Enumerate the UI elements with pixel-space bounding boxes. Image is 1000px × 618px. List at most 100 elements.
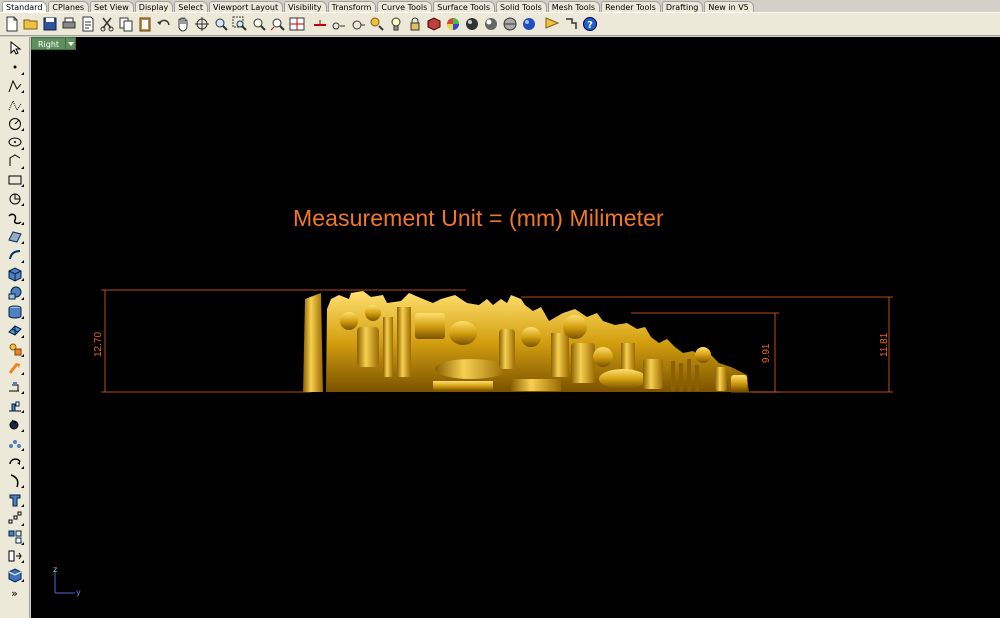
arrow-pointer-icon: [10, 41, 21, 56]
group-tools[interactable]: [4, 528, 26, 547]
print-button[interactable]: [60, 15, 78, 33]
surface-tools[interactable]: [4, 227, 26, 246]
rectangle-tool[interactable]: [4, 171, 26, 190]
light-button[interactable]: [387, 15, 405, 33]
cut-button[interactable]: [98, 15, 116, 33]
tab-display[interactable]: Display: [134, 1, 174, 12]
mesh-tools[interactable]: [4, 321, 26, 340]
relief-model[interactable]: [303, 291, 749, 392]
rotate-view-button[interactable]: [193, 15, 211, 33]
tab-mesh-tools[interactable]: Mesh Tools: [547, 1, 601, 12]
scissors-icon: [100, 17, 114, 32]
tab-standard[interactable]: Standard: [2, 1, 48, 12]
tab-set-view[interactable]: Set View: [90, 1, 134, 12]
tab-surface-tools[interactable]: Surface Tools: [433, 1, 496, 12]
tab-viewport-layout[interactable]: Viewport Layout: [208, 1, 284, 12]
osnap-button[interactable]: [349, 15, 367, 33]
rendered-button[interactable]: [482, 15, 500, 33]
rotate-view-icon: [195, 17, 209, 31]
folder-open-icon: [23, 19, 38, 30]
zoom-extents-button[interactable]: [250, 15, 268, 33]
color-wheel-icon: [447, 18, 459, 30]
axis-label-y: y: [76, 588, 81, 597]
render-options-icon: [545, 17, 560, 29]
properties-button[interactable]: [79, 15, 97, 33]
object-props-button[interactable]: [330, 15, 348, 33]
zoom-window-button[interactable]: [231, 15, 249, 33]
rhino-window: Standard CPlanes Set View Display Select…: [0, 0, 1000, 618]
select-tool[interactable]: [4, 39, 26, 58]
analyze-tools[interactable]: [4, 396, 26, 415]
pan-button[interactable]: [174, 15, 192, 33]
tab-transform[interactable]: Transform: [327, 1, 377, 12]
point-tool[interactable]: [4, 58, 26, 77]
layer-button[interactable]: [311, 15, 329, 33]
tab-new-in-v5[interactable]: New in V5: [704, 1, 754, 12]
render-button[interactable]: [520, 15, 538, 33]
polyline-tool[interactable]: [4, 77, 26, 96]
undo-button[interactable]: [155, 15, 173, 33]
tab-visibility[interactable]: Visibility: [284, 1, 327, 12]
tab-drafting[interactable]: Drafting: [661, 1, 704, 12]
save-button[interactable]: [41, 15, 59, 33]
osnap-icon: [352, 20, 365, 30]
ellipse-tool[interactable]: [4, 133, 26, 152]
axis-label-z: z: [53, 567, 57, 574]
render-options-button[interactable]: [543, 15, 561, 33]
svg-text:?: ?: [587, 20, 593, 31]
four-viewports-button[interactable]: [288, 15, 306, 33]
curve-tool[interactable]: [4, 95, 26, 114]
bend-tool[interactable]: [4, 471, 26, 490]
dimension-tools[interactable]: [4, 377, 26, 396]
standard-toolbar: ?: [0, 12, 1000, 36]
tab-curve-tools[interactable]: Curve Tools: [377, 1, 433, 12]
text-tool[interactable]: [4, 490, 26, 509]
curve-tools[interactable]: [4, 208, 26, 227]
boolean-tools[interactable]: [4, 415, 26, 434]
tab-solid-tools[interactable]: Solid Tools: [496, 1, 547, 12]
zoom-window-icon: [232, 16, 247, 31]
paste-button[interactable]: [136, 15, 154, 33]
tab-select[interactable]: Select: [174, 1, 208, 12]
arc-tool[interactable]: [4, 152, 26, 171]
copy-button[interactable]: [117, 15, 135, 33]
new-button[interactable]: [3, 15, 21, 33]
dimension-left-value: 12.70: [93, 332, 104, 357]
solid-box-tool[interactable]: [4, 265, 26, 284]
axis-indicator: z y: [53, 567, 81, 597]
extrude-tool[interactable]: [4, 302, 26, 321]
clipboard-icon: [139, 17, 151, 32]
tab-render-tools[interactable]: Render Tools: [601, 1, 661, 12]
surface-edit-tools[interactable]: [4, 246, 26, 265]
tab-cplanes[interactable]: CPlanes: [48, 1, 90, 12]
circle-tool[interactable]: [4, 114, 26, 133]
grid-snap-button[interactable]: [562, 15, 580, 33]
zoom-dynamic-button[interactable]: [212, 15, 230, 33]
lock-button[interactable]: [406, 15, 424, 33]
lock-icon: [410, 17, 420, 31]
printer-icon: [62, 17, 76, 29]
render-tools[interactable]: [4, 340, 26, 359]
more-tools[interactable]: »: [4, 584, 26, 603]
right-viewport[interactable]: Right 12.70 9.91 11.81 Measurement Unit …: [31, 37, 1000, 618]
render-cube-tool[interactable]: [4, 565, 26, 584]
polygon-tool[interactable]: [4, 189, 26, 208]
color-wheel-button[interactable]: [444, 15, 462, 33]
select-all-button[interactable]: [368, 15, 386, 33]
shaded-button[interactable]: [463, 15, 481, 33]
new-file-icon: [6, 16, 18, 32]
zoom-selected-button[interactable]: [269, 15, 287, 33]
open-button[interactable]: [22, 15, 40, 33]
control-points-tool[interactable]: [4, 509, 26, 528]
solid-tools[interactable]: [4, 283, 26, 302]
block-tools[interactable]: [4, 547, 26, 566]
material-button[interactable]: [425, 15, 443, 33]
help-button[interactable]: ?: [581, 15, 599, 33]
array-tools[interactable]: [4, 434, 26, 453]
rendered-sphere-icon: [485, 18, 497, 30]
transform-tools[interactable]: [4, 359, 26, 378]
more-chevron: »: [11, 587, 18, 600]
lightbulb-icon: [391, 17, 401, 31]
rotate-tool[interactable]: [4, 453, 26, 472]
ghosted-button[interactable]: [501, 15, 519, 33]
